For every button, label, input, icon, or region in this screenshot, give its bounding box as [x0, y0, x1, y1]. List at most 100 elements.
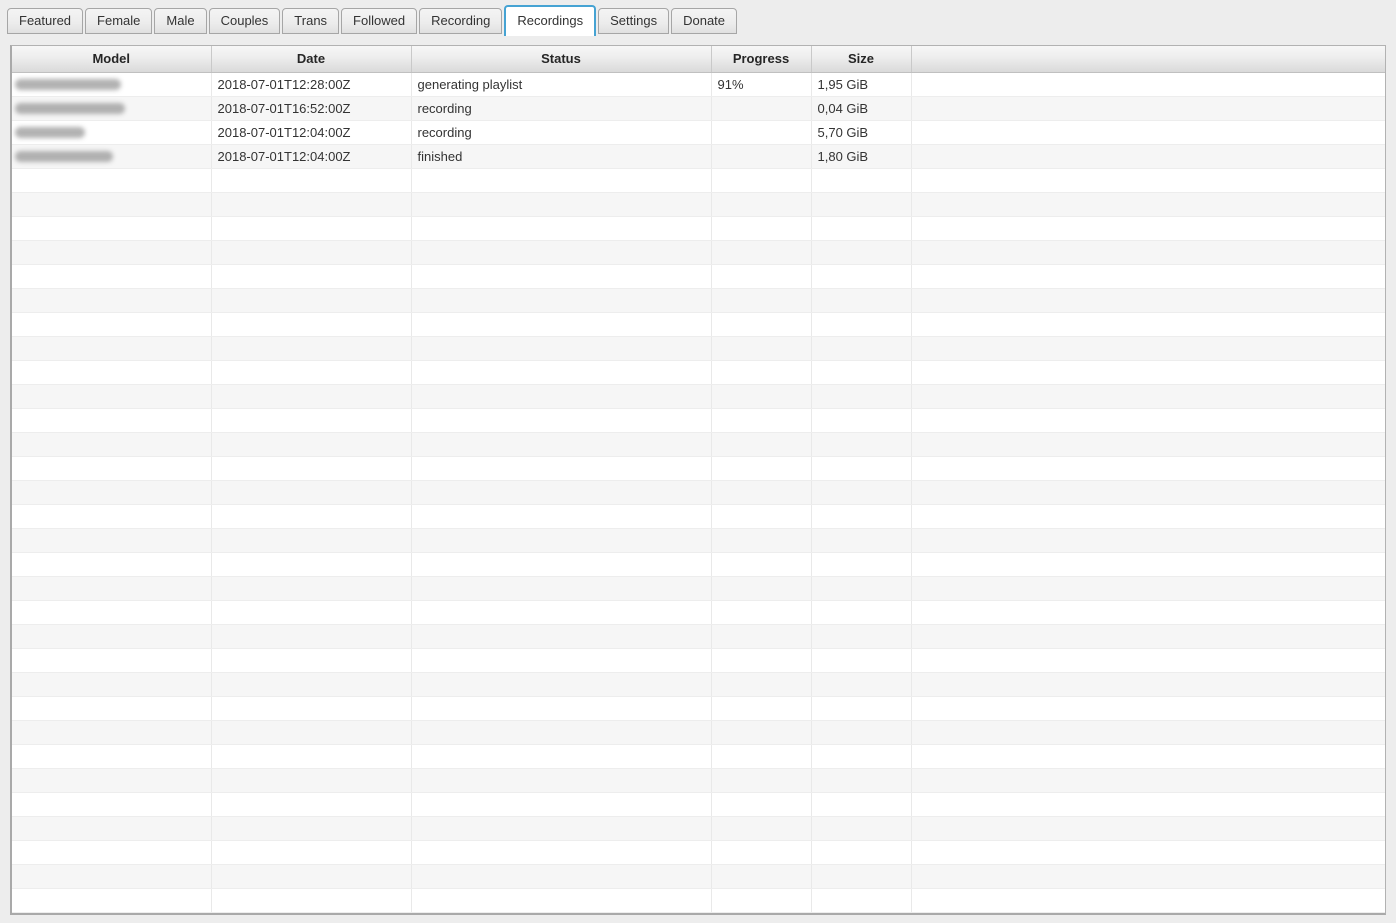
empty-cell — [411, 360, 712, 385]
empty-row[interactable] — [12, 360, 1385, 385]
empty-row[interactable] — [12, 384, 1385, 409]
tab-female[interactable]: Female — [85, 8, 153, 34]
empty-cell — [411, 624, 712, 649]
tab-male[interactable]: Male — [154, 8, 207, 34]
empty-cell — [211, 384, 412, 409]
empty-row[interactable] — [12, 816, 1385, 841]
tab-trans[interactable]: Trans — [282, 8, 340, 34]
empty-cell — [711, 240, 812, 265]
cell-filler — [911, 144, 1385, 169]
tab-followed[interactable]: Followed — [341, 8, 418, 34]
empty-row[interactable] — [12, 240, 1385, 265]
cell-progress — [711, 144, 812, 169]
empty-cell — [911, 528, 1385, 553]
empty-cell — [911, 624, 1385, 649]
tab-couples[interactable]: Couples — [208, 8, 281, 34]
tab-bar: Featured Female Male Couples Trans Followed Re… — [7, 0, 738, 36]
empty-cell — [811, 336, 912, 361]
empty-cell — [211, 168, 412, 193]
empty-row[interactable] — [12, 216, 1385, 241]
redacted-model-name — [15, 103, 125, 114]
empty-row[interactable] — [12, 744, 1385, 769]
empty-cell — [911, 816, 1385, 841]
empty-row[interactable] — [12, 336, 1385, 361]
empty-cell — [12, 312, 212, 337]
empty-row[interactable] — [12, 600, 1385, 625]
empty-cell — [12, 864, 212, 889]
tab-donate[interactable]: Donate — [671, 8, 738, 34]
column-header-size[interactable]: Size — [811, 46, 912, 73]
empty-cell — [12, 672, 212, 697]
table-row[interactable]: 2018-07-01T12:28:00Z generating playlist 9… — [12, 72, 1385, 97]
empty-cell — [211, 792, 412, 817]
cell-model — [12, 144, 212, 169]
cell-size: 0,04 GiB — [811, 96, 912, 121]
empty-cell — [211, 264, 412, 289]
empty-row[interactable] — [12, 528, 1385, 553]
empty-cell — [911, 192, 1385, 217]
empty-row[interactable] — [12, 576, 1385, 601]
tab-recording[interactable]: Recording — [419, 8, 503, 34]
empty-cell — [12, 360, 212, 385]
empty-cell — [411, 696, 712, 721]
empty-cell — [811, 720, 912, 745]
cell-model — [12, 72, 212, 97]
empty-cell — [711, 864, 812, 889]
empty-cell — [911, 456, 1385, 481]
table-row[interactable]: 2018-07-01T12:04:00Z finished 1,80 GiB — [12, 144, 1385, 169]
tab-settings[interactable]: Settings — [598, 8, 670, 34]
empty-row[interactable] — [12, 720, 1385, 745]
empty-row[interactable] — [12, 768, 1385, 793]
empty-row[interactable] — [12, 264, 1385, 289]
empty-row[interactable] — [12, 168, 1385, 193]
empty-row[interactable] — [12, 432, 1385, 457]
empty-row[interactable] — [12, 504, 1385, 529]
empty-cell — [711, 288, 812, 313]
tab-featured[interactable]: Featured — [7, 8, 84, 34]
table-row[interactable]: 2018-07-01T12:04:00Z recording 5,70 GiB — [12, 120, 1385, 145]
empty-cell — [711, 888, 812, 913]
empty-cell — [811, 672, 912, 697]
column-header-status[interactable]: Status — [411, 46, 712, 73]
empty-cell — [711, 648, 812, 673]
empty-row[interactable] — [12, 480, 1385, 505]
empty-row[interactable] — [12, 552, 1385, 577]
empty-cell — [211, 888, 412, 913]
empty-row[interactable] — [12, 192, 1385, 217]
empty-cell — [12, 768, 212, 793]
table-row[interactable]: 2018-07-01T16:52:00Z recording 0,04 GiB — [12, 96, 1385, 121]
tab-recordings[interactable]: Recordings — [504, 5, 597, 36]
table-body: 2018-07-01T12:28:00Z generating playlist 9… — [12, 72, 1385, 913]
column-header-filler — [911, 46, 1385, 73]
empty-row[interactable] — [12, 696, 1385, 721]
empty-row[interactable] — [12, 672, 1385, 697]
empty-cell — [411, 264, 712, 289]
empty-row[interactable] — [12, 312, 1385, 337]
empty-row[interactable] — [12, 456, 1385, 481]
empty-row[interactable] — [12, 288, 1385, 313]
empty-cell — [811, 384, 912, 409]
empty-row[interactable] — [12, 408, 1385, 433]
empty-row[interactable] — [12, 792, 1385, 817]
empty-row[interactable] — [12, 888, 1385, 913]
empty-cell — [811, 456, 912, 481]
empty-row[interactable] — [12, 648, 1385, 673]
empty-cell — [211, 552, 412, 577]
empty-cell — [711, 480, 812, 505]
empty-cell — [211, 288, 412, 313]
empty-cell — [211, 576, 412, 601]
empty-cell — [911, 312, 1385, 337]
empty-cell — [811, 216, 912, 241]
empty-row[interactable] — [12, 624, 1385, 649]
empty-cell — [411, 744, 712, 769]
column-header-date[interactable]: Date — [211, 46, 412, 73]
empty-cell — [911, 792, 1385, 817]
column-header-progress[interactable]: Progress — [711, 46, 812, 73]
empty-cell — [411, 288, 712, 313]
column-header-model[interactable]: Model — [12, 46, 212, 73]
empty-cell — [911, 648, 1385, 673]
empty-row[interactable] — [12, 840, 1385, 865]
empty-cell — [911, 744, 1385, 769]
empty-cell — [811, 552, 912, 577]
empty-row[interactable] — [12, 864, 1385, 889]
